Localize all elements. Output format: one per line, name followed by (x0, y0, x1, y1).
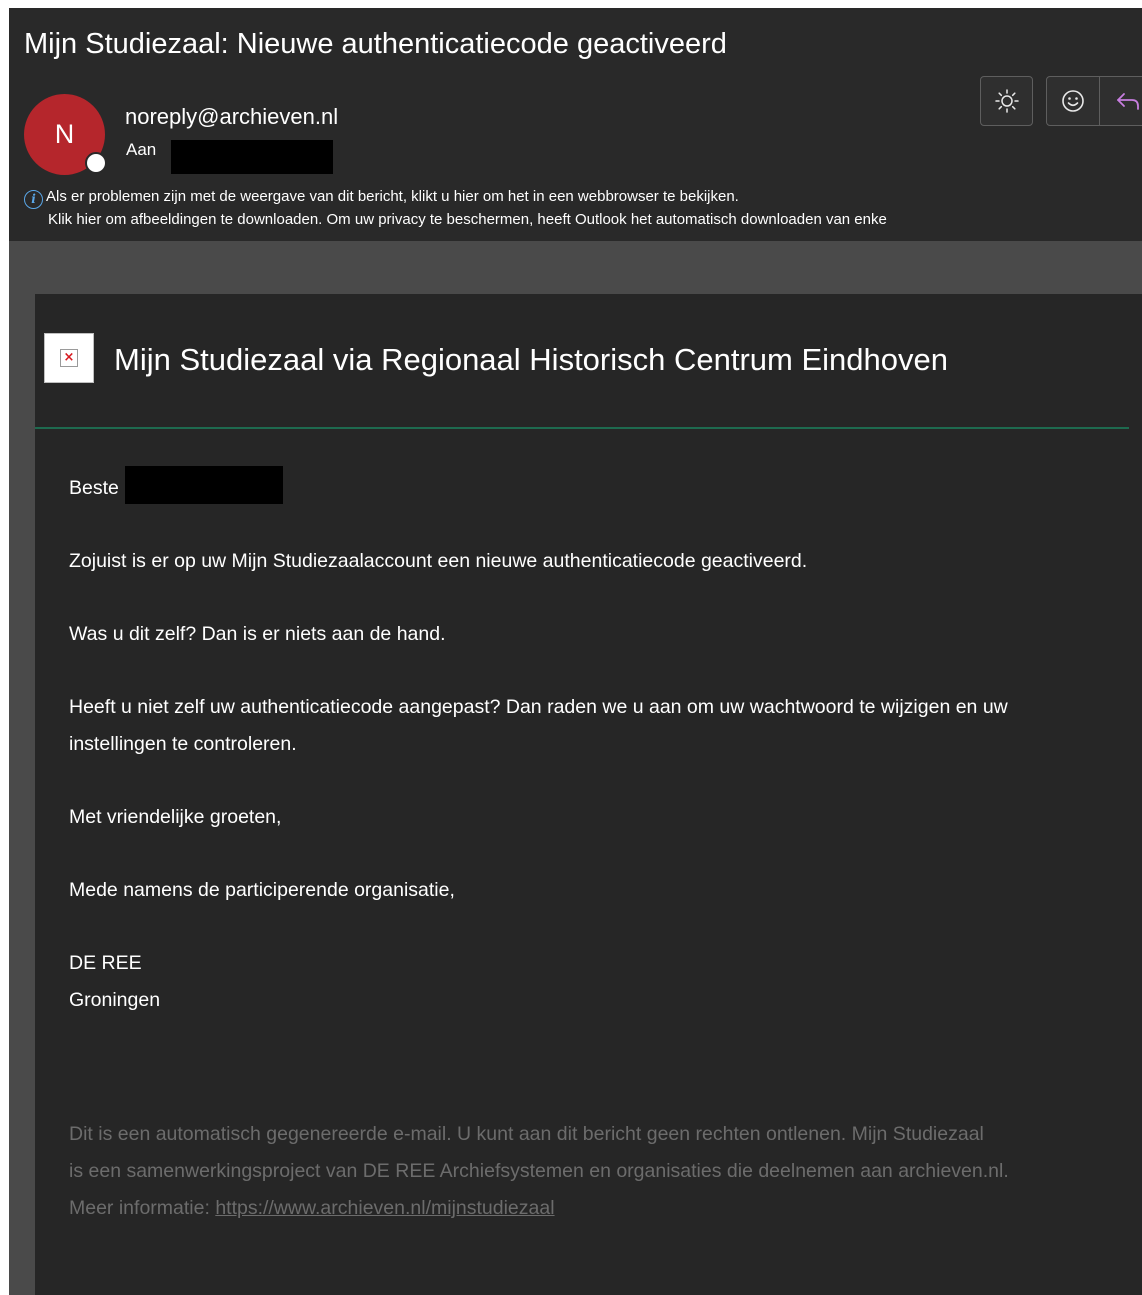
smiley-icon (1062, 90, 1084, 112)
emoji-reaction-button[interactable] (1047, 77, 1099, 125)
paragraph-3-line-1: Heeft u niet zelf uw authenticatiecode a… (69, 696, 1008, 718)
footer-more-label: Meer informatie: (69, 1197, 216, 1219)
toggle-background-button[interactable] (980, 76, 1033, 126)
info-banner-line-2[interactable]: Klik hier om afbeeldingen te downloaden.… (48, 211, 887, 228)
redacted-recipient (171, 140, 333, 174)
signature-org: DE REE (69, 952, 142, 974)
footer-link[interactable]: https://www.archieven.nl/mijnstudiezaal (215, 1197, 554, 1219)
avatar-initial: N (54, 119, 75, 149)
paragraph-3: Heeft u niet zelf uw authenticatiecode a… (69, 689, 1008, 763)
recipient-label: Aan (126, 140, 157, 159)
reply-button[interactable] (1100, 77, 1142, 125)
signature: DE REE Groningen (69, 945, 160, 1019)
info-icon: i (24, 190, 43, 209)
sender-address[interactable]: noreply@archieven.nl (125, 104, 338, 130)
sun-icon (994, 89, 1019, 113)
redacted-name (125, 466, 283, 504)
on-behalf-line: Mede namens de participerende organisati… (69, 879, 455, 901)
message-header-title: Mijn Studiezaal via Regionaal Historisch… (114, 342, 948, 377)
email-reading-pane: Mijn Studiezaal: Nieuwe authenticatiecod… (9, 8, 1142, 1295)
footer-line-2: is een samenwerkingsproject van DE REE A… (69, 1160, 1009, 1182)
message-card: × Mijn Studiezaal via Regionaal Historis… (35, 294, 1142, 1295)
paragraph-2: Was u dit zelf? Dan is er niets aan de h… (69, 623, 446, 645)
logo-image-placeholder[interactable]: × (44, 333, 94, 383)
reply-actions-group (1046, 76, 1142, 126)
footer-line-1: Dit is een automatisch gegenereerde e-ma… (69, 1123, 984, 1145)
header-divider (35, 427, 1129, 429)
greeting: Beste (69, 470, 119, 507)
presence-status-icon (85, 152, 107, 174)
paragraph-3-line-2: instellingen te controleren. (69, 733, 297, 755)
email-subject: Mijn Studiezaal: Nieuwe authenticatiecod… (24, 28, 727, 60)
greeting-text: Beste (69, 477, 119, 499)
signature-city: Groningen (69, 989, 161, 1011)
paragraph-1: Zojuist is er op uw Mijn Studiezaalaccou… (69, 550, 808, 572)
footer-disclaimer: Dit is een automatisch gegenereerde e-ma… (69, 1116, 1009, 1227)
info-banner[interactable]: i Als er problemen zijn met de weergave v… (24, 186, 887, 231)
info-banner-line-1[interactable]: Als er problemen zijn met de weergave va… (46, 188, 739, 205)
reply-arrow-icon (1117, 93, 1139, 110)
broken-image-icon: × (60, 349, 78, 367)
closing: Met vriendelijke groeten, (69, 806, 282, 828)
